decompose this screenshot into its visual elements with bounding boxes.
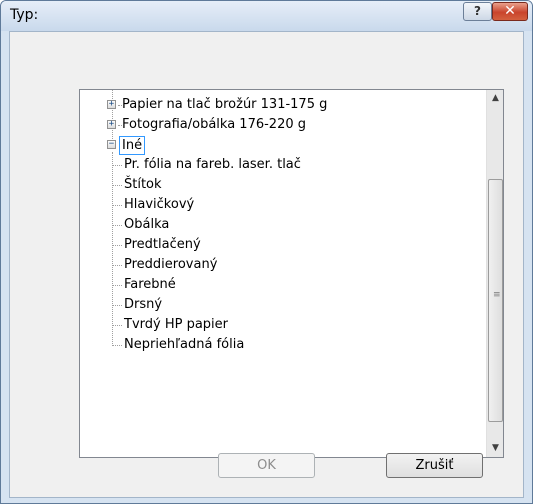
expand-node-icon[interactable]: +	[107, 120, 116, 129]
scroll-up-arrow-icon[interactable]: ▲	[487, 90, 504, 107]
tree-item[interactable]: Hlavičkový	[124, 195, 194, 215]
scroll-grip-icon: ≡	[493, 290, 501, 300]
ok-button[interactable]: OK	[218, 453, 315, 478]
cancel-button[interactable]: Zrušiť	[386, 453, 483, 478]
tree-connector-line	[112, 325, 122, 326]
tree-item[interactable]: Predtlačený	[124, 235, 201, 255]
close-button[interactable]: ✕	[492, 2, 528, 21]
expand-node-icon[interactable]: +	[107, 100, 116, 109]
tree-item[interactable]: Tvrdý HP papier	[124, 315, 228, 335]
tree-item[interactable]: Nepriehľadná fólia	[124, 335, 244, 355]
tree-connector-line	[112, 245, 122, 246]
tree-connector-line	[112, 265, 122, 266]
help-button[interactable]: ?	[463, 2, 492, 21]
dialog-window: Typ: ? ✕ + Papier na tlač brožúr 131-175 …	[0, 0, 533, 504]
collapse-node-icon[interactable]: −	[107, 140, 116, 149]
tree-node[interactable]: Fotografia/obálka 176-220 g	[122, 115, 306, 135]
scrollbar-thumb[interactable]: ≡	[488, 179, 503, 422]
tree-connector-line	[112, 90, 113, 141]
title-bar: Typ: ? ✕	[1, 1, 532, 31]
tree-item[interactable]: Obálka	[124, 215, 169, 235]
dialog-client-area: + Papier na tlač brožúr 131-175 g + Fotogra…	[9, 31, 524, 498]
tree-item[interactable]: Farebné	[124, 275, 176, 295]
scroll-down-arrow-icon[interactable]: ▼	[487, 440, 504, 457]
tree-connector-line	[112, 152, 113, 346]
dialog-title: Typ:	[10, 7, 39, 23]
tree-connector-line	[112, 305, 122, 306]
tree-connector-line	[112, 345, 122, 346]
tree-node[interactable]: Papier na tlač brožúr 131-175 g	[122, 95, 327, 115]
tree-item[interactable]: Preddierovaný	[124, 255, 217, 275]
tree-node-selected[interactable]: Iné	[119, 136, 146, 155]
vertical-scrollbar[interactable]: ▲ ≡ ▼	[486, 90, 503, 457]
tree-item[interactable]: Drsný	[124, 295, 162, 315]
tree-content: + Papier na tlač brožúr 131-175 g + Fotogra…	[80, 90, 486, 457]
tree-connector-line	[112, 205, 122, 206]
tree-item[interactable]: Pr. fólia na fareb. laser. tlač	[124, 155, 301, 175]
tree-connector-line	[112, 185, 122, 186]
tree-connector-line	[112, 285, 122, 286]
tree-item[interactable]: Štítok	[124, 175, 162, 195]
paper-type-tree[interactable]: + Papier na tlač brožúr 131-175 g + Fotogra…	[79, 89, 504, 458]
tree-connector-line	[112, 225, 122, 226]
tree-connector-line	[112, 165, 122, 166]
